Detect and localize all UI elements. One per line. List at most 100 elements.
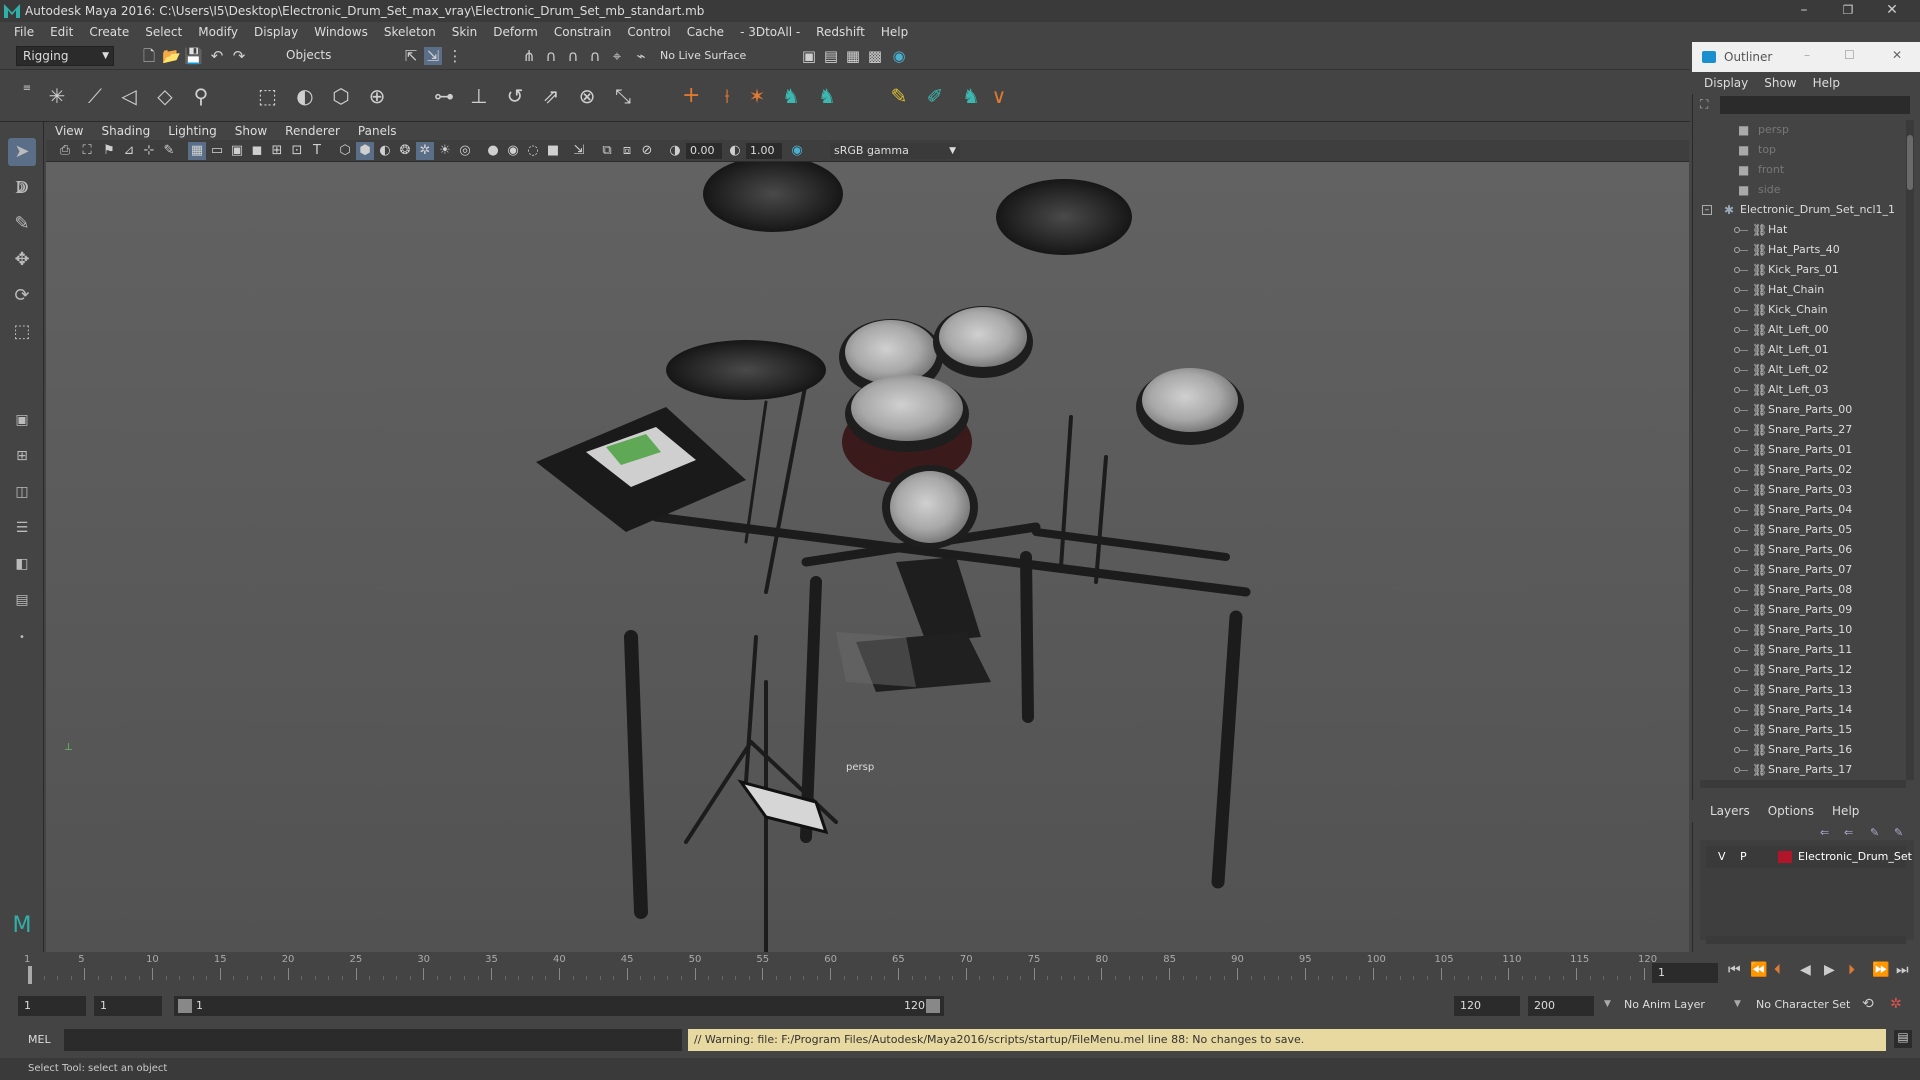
outliner-menu-show[interactable]: Show [1764, 76, 1796, 90]
range-slider[interactable]: 1 120 [174, 996, 944, 1016]
scale-tool-icon[interactable]: ⬚ [8, 318, 36, 346]
menu-constrain[interactable]: Constrain [554, 25, 612, 39]
menu-windows[interactable]: Windows [314, 25, 368, 39]
step-back-frame-icon[interactable]: ⏴ [1774, 962, 1781, 978]
layer-playback-toggle[interactable]: P [1740, 846, 1747, 868]
outliner-item[interactable]: ⛓ Hat_Chain [1700, 280, 1906, 300]
outliner-item[interactable]: ⛓ Alt_Left_03 [1700, 380, 1906, 400]
viewport-menu-view[interactable]: View [55, 124, 83, 138]
gate-mask-icon[interactable]: ◼ [248, 142, 266, 160]
viewport-menu-lighting[interactable]: Lighting [168, 124, 217, 138]
bind-skin-icon[interactable]: ⬚ [258, 86, 277, 106]
ik-fk-icon[interactable]: ⟊ [718, 86, 736, 106]
depth-field-icon[interactable]: ■ [544, 142, 562, 160]
outliner-item-camera[interactable]: ■ persp [1700, 120, 1906, 140]
chevron-down-icon[interactable]: ▼ [1734, 999, 1741, 1009]
playback-end-field[interactable]: 120 [1454, 996, 1520, 1016]
layers-menu-help[interactable]: Help [1832, 804, 1859, 818]
grease-pencil-icon[interactable]: ✎ [160, 142, 178, 160]
menu-deform[interactable]: Deform [493, 25, 538, 39]
bookmark-icon[interactable]: ⚑ [100, 142, 118, 160]
grid-icon[interactable]: ▦ [188, 142, 206, 160]
outliner-item[interactable]: ⛓ Snare_Parts_03 [1700, 480, 1906, 500]
xray-active-icon[interactable]: ⧈ [618, 142, 636, 160]
wireframe-icon[interactable]: ⬡ [336, 142, 354, 160]
lattice-icon[interactable]: ⬡ [332, 86, 350, 106]
select-component-icon[interactable]: ⋮ [446, 47, 464, 65]
step-forward-key-icon[interactable]: ⏩ [1872, 962, 1889, 978]
range-end-handle[interactable] [926, 999, 940, 1013]
render-frame-icon[interactable]: ▣ [800, 47, 818, 65]
gamma-field[interactable]: 1.00 [746, 143, 782, 159]
layer-visibility-toggle[interactable]: V [1718, 846, 1726, 868]
outliner-item[interactable]: ⛓ Kick_Pars_01 [1700, 260, 1906, 280]
two-view-icon[interactable]: ◫ [8, 478, 36, 506]
script-language-toggle[interactable]: MEL [28, 1033, 51, 1046]
single-view-icon[interactable]: ▣ [8, 406, 36, 434]
outliner-item[interactable]: ⛓ Hat_Parts_40 [1700, 240, 1906, 260]
outliner-item[interactable]: ⛓ Snare_Parts_02 [1700, 460, 1906, 480]
menu-cache[interactable]: Cache [687, 25, 724, 39]
outliner-item[interactable]: ⛓ Hat [1700, 220, 1906, 240]
paint-select-icon[interactable]: ✎ [8, 210, 36, 238]
layer-color-swatch[interactable] [1778, 851, 1792, 863]
select-tool-icon[interactable]: ➤ [8, 138, 36, 166]
viewport-persp[interactable]: persp ⊥ [46, 162, 1689, 952]
select-object-icon[interactable]: ⇲ [424, 47, 442, 65]
shaded-wire-icon[interactable]: ◐ [376, 142, 394, 160]
image-plane-icon[interactable]: ⊿ [120, 142, 138, 160]
outliner-item[interactable]: ⛓ Snare_Parts_01 [1700, 440, 1906, 460]
select-hierarchy-icon[interactable]: ⇱ [402, 47, 420, 65]
camera-select-icon[interactable]: ⎙ [56, 142, 74, 160]
outliner-menu-display[interactable]: Display [1704, 76, 1748, 90]
antialias-icon[interactable]: ◌ [524, 142, 542, 160]
safe-action-icon[interactable]: ⊡ [288, 142, 306, 160]
cluster-icon[interactable]: ⊕ [368, 86, 386, 106]
lights-icon[interactable]: ✲ [416, 142, 434, 160]
ik-spline-icon[interactable]: ◁ [120, 86, 138, 106]
shadows-icon[interactable]: ☀ [436, 142, 454, 160]
outliner-minimize-button[interactable]: – [1804, 48, 1810, 62]
menu-skeleton[interactable]: Skeleton [384, 25, 436, 39]
command-input[interactable] [64, 1029, 682, 1051]
persp-outliner-icon[interactable]: ◧ [8, 550, 36, 578]
ipr-render-icon[interactable]: ▦ [844, 47, 862, 65]
layers-menu-layers[interactable]: Layers [1710, 804, 1750, 818]
current-frame-field[interactable]: 1 [1652, 963, 1718, 983]
minimize-button[interactable]: – [1782, 0, 1826, 22]
new-layer-selected-icon[interactable]: ✎ [1894, 826, 1903, 839]
safe-title-icon[interactable]: T [308, 142, 326, 160]
outliner-hscrollbar[interactable] [1700, 780, 1906, 788]
outliner-item[interactable]: ⛓ Snare_Parts_13 [1700, 680, 1906, 700]
outliner-item[interactable]: ⛓ Snare_Parts_17 [1700, 760, 1906, 780]
ik-handle-icon[interactable]: ⟋ [86, 86, 104, 106]
backface-icon[interactable]: ⊘ [638, 142, 656, 160]
outliner-close-button[interactable]: ✕ [1892, 48, 1902, 62]
play-backward-icon[interactable]: ◀ [1800, 962, 1811, 978]
hik-control-icon[interactable]: ♞ [818, 86, 836, 106]
restore-button[interactable]: ❐ [1826, 0, 1870, 22]
menu-modify[interactable]: Modify [198, 25, 238, 39]
menu-select[interactable]: Select [145, 25, 182, 39]
outliner-scrollbar[interactable] [1906, 120, 1914, 780]
menu-control[interactable]: Control [627, 25, 670, 39]
collapse-toggle-icon[interactable]: – [1702, 205, 1712, 215]
pole-vector-icon[interactable]: ⤡ [614, 86, 632, 106]
orient-constraint-icon[interactable]: ↺ [506, 86, 524, 106]
range-start-handle[interactable] [178, 999, 192, 1013]
outliner-item[interactable]: ⛓ Snare_Parts_07 [1700, 560, 1906, 580]
outliner-item[interactable]: ⛓ Snare_Parts_00 [1700, 400, 1906, 420]
viewport-menu-panels[interactable]: Panels [358, 124, 397, 138]
menu-skin[interactable]: Skin [452, 25, 478, 39]
outliner-item-group[interactable]: – ✱ Electronic_Drum_Set_ncl1_1 [1700, 200, 1906, 220]
menu-file[interactable]: File [14, 25, 34, 39]
outliner-item[interactable]: ⛓ Snare_Parts_08 [1700, 580, 1906, 600]
hypershade-icon[interactable]: ◉ [890, 47, 908, 65]
menu-display[interactable]: Display [254, 25, 298, 39]
shelf-options-icon[interactable]: ≡ [18, 80, 36, 98]
play-forward-icon[interactable]: ▶ [1824, 962, 1835, 978]
outliner-menu-help[interactable]: Help [1813, 76, 1840, 90]
hik-icon[interactable]: ♞ [782, 86, 800, 106]
outliner-scroll-thumb[interactable] [1907, 135, 1913, 190]
outliner-item[interactable]: ⛓ Snare_Parts_12 [1700, 660, 1906, 680]
